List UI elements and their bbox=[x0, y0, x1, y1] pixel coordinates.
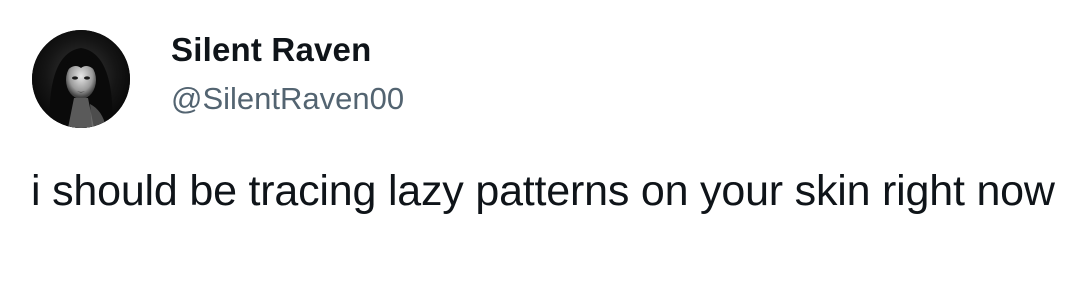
author-handle[interactable]: @SilentRaven00 bbox=[171, 80, 404, 118]
tweet-card: Silent Raven @SilentRaven00 i should be … bbox=[0, 0, 1080, 286]
author-avatar[interactable] bbox=[32, 30, 130, 128]
author-display-name[interactable]: Silent Raven bbox=[171, 30, 371, 70]
avatar-portrait-icon bbox=[32, 30, 130, 128]
tweet-text: i should be tracing lazy patterns on you… bbox=[31, 167, 1055, 215]
